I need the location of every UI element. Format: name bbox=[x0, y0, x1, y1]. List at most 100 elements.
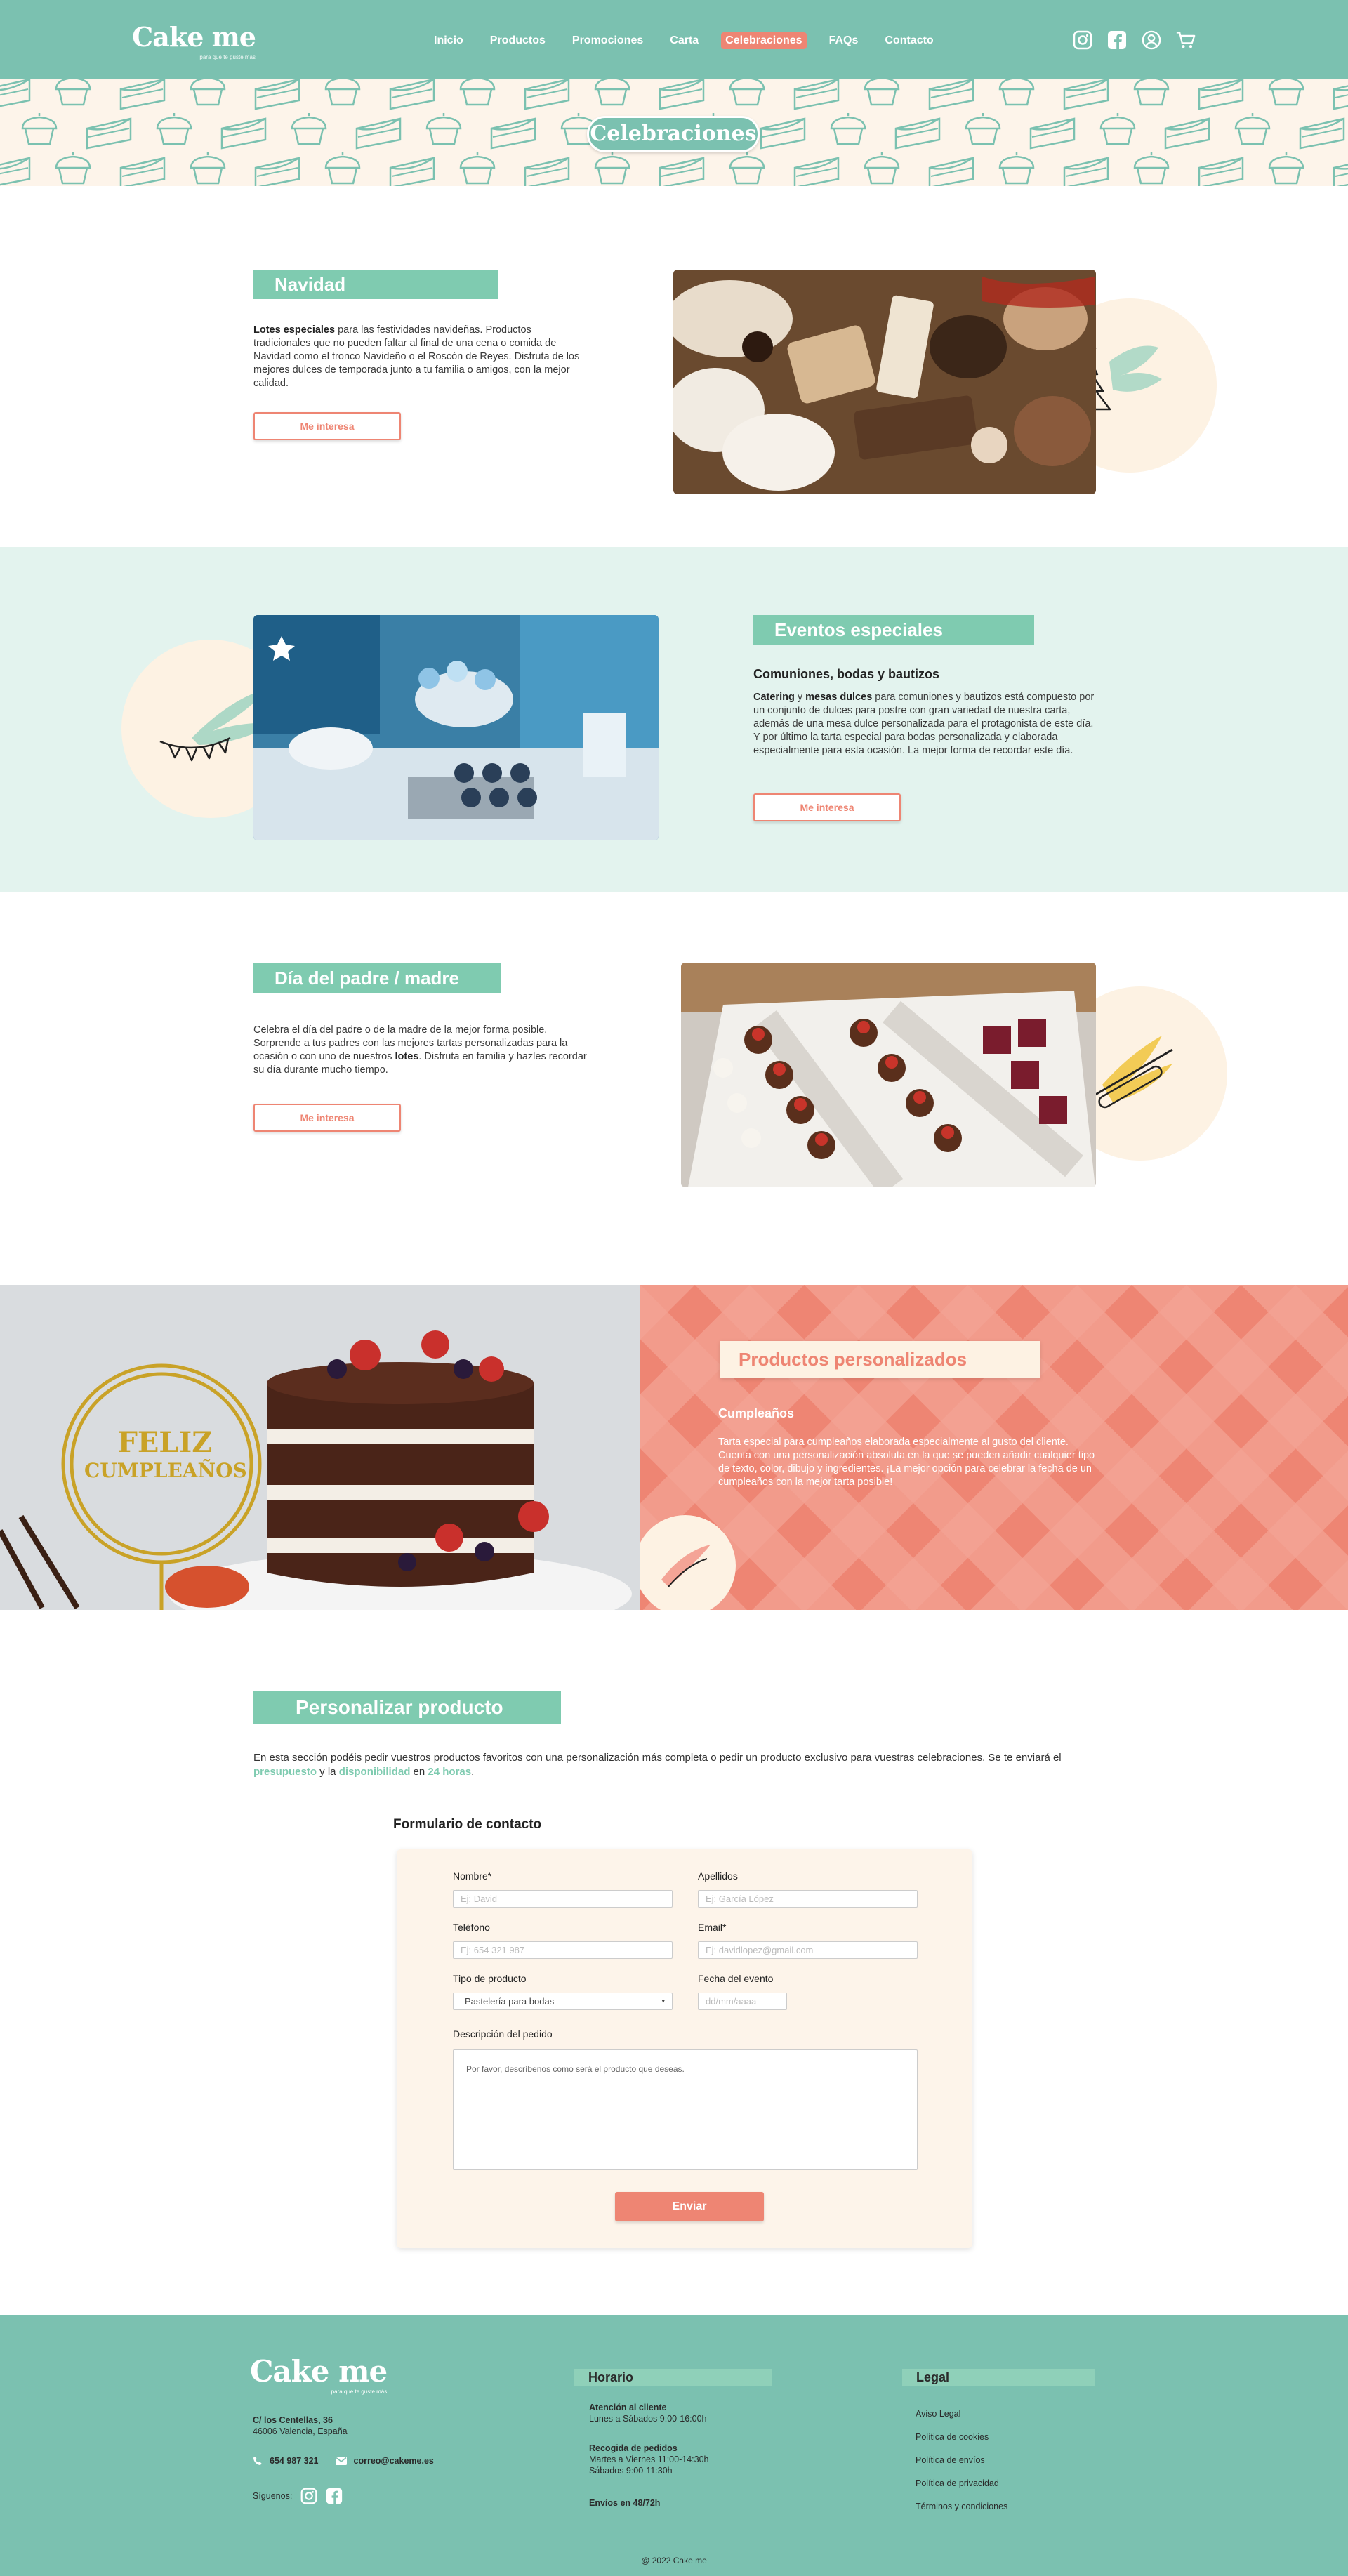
cake-slice-illustration bbox=[793, 79, 840, 110]
cupcake-illustration bbox=[55, 79, 91, 106]
instagram-icon[interactable] bbox=[1073, 30, 1092, 50]
eventos-photo bbox=[253, 615, 659, 840]
nav-faqs[interactable]: FAQs bbox=[825, 32, 863, 49]
eventos-text: Catering y mesas dulces para comuniones … bbox=[753, 691, 1097, 758]
cupcake-illustration bbox=[291, 113, 327, 145]
nav-contacto[interactable]: Contacto bbox=[880, 32, 937, 49]
footer-phone[interactable]: 654 987 321 bbox=[270, 2455, 319, 2466]
legal-link-terminos[interactable]: Términos y condiciones bbox=[916, 2495, 1007, 2518]
personalizar-title: Personalizar producto bbox=[253, 1691, 561, 1724]
nav-celebraciones[interactable]: Celebraciones bbox=[721, 32, 807, 49]
cupcake-illustration bbox=[998, 79, 1035, 106]
padre-text: Celebra el día del padre o de la madre d… bbox=[253, 1024, 588, 1077]
cake-slice-illustration bbox=[1299, 117, 1345, 150]
descripcion-label: Descripción del pedido bbox=[453, 2028, 553, 2040]
recogida-line1: Martes a Viernes 11:00-14:30h bbox=[589, 2455, 709, 2464]
cake-slice-illustration bbox=[1198, 157, 1244, 186]
cake-slice-illustration bbox=[524, 157, 570, 186]
footer-logo[interactable]: Cake me para que te guste más bbox=[250, 2354, 388, 2395]
cupcake-illustration bbox=[729, 152, 765, 185]
intro-end: . bbox=[471, 1766, 475, 1778]
navidad-photo bbox=[673, 270, 1096, 494]
cupcake-illustration bbox=[864, 79, 900, 106]
navidad-text-bold: Lotes especiales bbox=[253, 324, 336, 336]
cupcake-illustration bbox=[21, 113, 58, 145]
cupcake-illustration bbox=[830, 113, 866, 145]
intro-y: y la bbox=[317, 1766, 339, 1778]
cake-slice-illustration bbox=[1063, 157, 1109, 186]
cupcake-illustration bbox=[156, 113, 192, 145]
cake-slice-illustration bbox=[1029, 117, 1076, 150]
cupcake-illustration bbox=[190, 79, 226, 106]
site-header: Cake me para que te guste más Inicio Pro… bbox=[0, 0, 1348, 79]
cupcake-illustration bbox=[324, 79, 361, 106]
fecha-label: Fecha del evento bbox=[698, 1973, 774, 1984]
tipo-select-value: Pastelería para bodas bbox=[465, 1996, 555, 2007]
cupcake-illustration bbox=[425, 113, 462, 145]
cake-slice-illustration bbox=[928, 79, 974, 110]
eventos-text-bold2: mesas dulces bbox=[805, 692, 873, 703]
padre-text-bold: lotes bbox=[395, 1051, 419, 1062]
cake-slice-illustration bbox=[760, 117, 806, 150]
cupcake-illustration bbox=[729, 79, 765, 106]
navidad-text: Lotes especiales para las festividades n… bbox=[253, 324, 590, 390]
intro-presupuesto: presupuesto bbox=[253, 1766, 317, 1778]
legal-link-privacidad[interactable]: Política de privacidad bbox=[916, 2472, 1007, 2495]
legal-link-cookies[interactable]: Política de cookies bbox=[916, 2426, 1007, 2449]
cake-slice-illustration bbox=[254, 157, 300, 186]
facebook-icon[interactable] bbox=[326, 2488, 343, 2504]
nav-carta[interactable]: Carta bbox=[666, 32, 703, 49]
footer-logo-text: Cake me bbox=[250, 2354, 388, 2389]
recogida-line2: Sábados 9:00-11:30h bbox=[589, 2466, 673, 2476]
cart-icon[interactable] bbox=[1176, 30, 1196, 50]
cake-slice-illustration bbox=[524, 79, 570, 110]
instagram-icon[interactable] bbox=[300, 2488, 317, 2504]
personalizados-title: Productos personalizados bbox=[720, 1341, 1040, 1378]
legal-title: Legal bbox=[902, 2369, 1095, 2386]
cake-slice-illustration bbox=[86, 117, 132, 150]
logo-tagline: para que te guste más bbox=[199, 54, 256, 60]
cake-slice-illustration bbox=[1198, 79, 1244, 110]
cupcake-illustration bbox=[1099, 113, 1136, 145]
cupcake-illustration bbox=[965, 113, 1001, 145]
footer-email[interactable]: correo@cakeme.es bbox=[354, 2455, 434, 2466]
mail-icon bbox=[335, 2457, 347, 2465]
navidad-interest-button[interactable]: Me interesa bbox=[253, 412, 401, 440]
legal-link-aviso[interactable]: Aviso Legal bbox=[916, 2403, 1007, 2426]
cupcake-illustration bbox=[1268, 152, 1304, 185]
telefono-label: Teléfono bbox=[453, 1922, 490, 1933]
tipo-select[interactable]: Pastelería para bodas ▾ bbox=[453, 1993, 673, 2010]
cake-slice-illustration bbox=[928, 157, 974, 186]
logo[interactable]: Cake me para que te guste más bbox=[132, 21, 256, 60]
descripcion-textarea[interactable]: Por favor, descríbenos como será el prod… bbox=[453, 2049, 918, 2170]
user-icon[interactable] bbox=[1142, 30, 1161, 50]
nav-inicio[interactable]: Inicio bbox=[430, 32, 468, 49]
eventos-subtitle: Comuniones, bodas y bautizos bbox=[753, 667, 940, 681]
nav-promociones[interactable]: Promociones bbox=[568, 32, 647, 49]
nombre-input[interactable]: Ej: David bbox=[453, 1890, 673, 1908]
fecha-input[interactable]: dd/mm/aaaa bbox=[698, 1993, 787, 2010]
legal-links: Aviso Legal Política de cookies Política… bbox=[916, 2403, 1007, 2518]
apellidos-input[interactable]: Ej: García López bbox=[698, 1890, 918, 1908]
eventos-interest-button[interactable]: Me interesa bbox=[753, 793, 901, 821]
submit-button[interactable]: Enviar bbox=[615, 2192, 764, 2221]
cake-slice-illustration bbox=[389, 79, 435, 110]
tipo-label: Tipo de producto bbox=[453, 1973, 527, 1984]
topper-line2: CUMPLEAÑOS bbox=[84, 1459, 247, 1482]
padre-interest-button[interactable]: Me interesa bbox=[253, 1104, 401, 1132]
telefono-input[interactable]: Ej: 654 321 987 bbox=[453, 1941, 673, 1959]
cupcake-illustration bbox=[459, 152, 496, 185]
hero-banner: Celebraciones bbox=[0, 79, 1348, 186]
facebook-icon[interactable] bbox=[1107, 30, 1127, 50]
header-icons bbox=[1073, 30, 1196, 50]
padre-title: Día del padre / madre bbox=[253, 963, 501, 993]
legal-link-envios[interactable]: Política de envíos bbox=[916, 2449, 1007, 2472]
cake-slice-illustration bbox=[220, 117, 267, 150]
cupcake-illustration bbox=[190, 152, 226, 185]
cupcake-illustration bbox=[459, 79, 496, 106]
logo-text: Cake me bbox=[132, 21, 256, 53]
email-input[interactable]: Ej: davidlopez@gmail.com bbox=[698, 1941, 918, 1959]
page-title: Celebraciones bbox=[587, 116, 760, 152]
atencion-title: Atención al cliente bbox=[589, 2403, 667, 2412]
nav-productos[interactable]: Productos bbox=[486, 32, 550, 49]
